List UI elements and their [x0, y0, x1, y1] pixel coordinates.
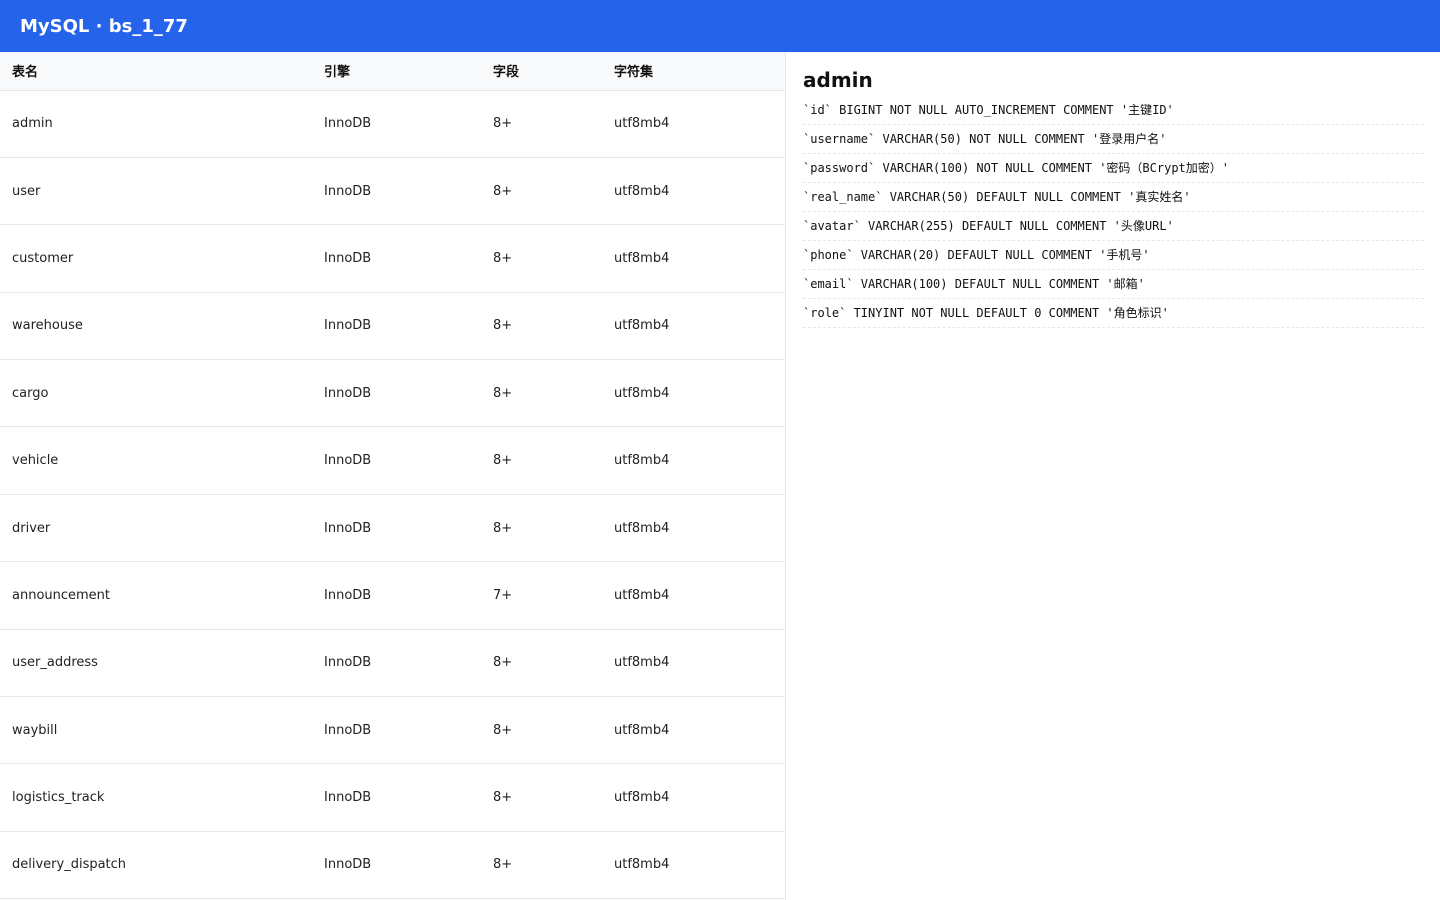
table-row[interactable]: logistics_track InnoDB 8+ utf8mb4	[0, 764, 785, 832]
column-definition: `real_name` VARCHAR(50) DEFAULT NULL COM…	[803, 183, 1424, 212]
cell-charset: utf8mb4	[614, 453, 670, 469]
column-definitions: `id` BIGINT NOT NULL AUTO_INCREMENT COMM…	[803, 96, 1424, 328]
cell-table-name: delivery_dispatch	[12, 857, 127, 873]
cell-fields: 8+	[493, 655, 513, 671]
cell-charset: utf8mb4	[614, 655, 670, 671]
cell-engine: InnoDB	[324, 857, 372, 873]
cell-table-name: user_address	[12, 655, 98, 671]
cell-table-name: driver	[12, 520, 51, 536]
detail-panel: admin `id` BIGINT NOT NULL AUTO_INCREMEN…	[786, 52, 1440, 900]
column-definition: `id` BIGINT NOT NULL AUTO_INCREMENT COMM…	[803, 96, 1424, 125]
cell-engine: InnoDB	[324, 318, 372, 334]
cell-table-name: cargo	[12, 385, 49, 401]
table-row[interactable]: cargo InnoDB 8+ utf8mb4	[0, 360, 785, 427]
column-header-engine: 引擎	[324, 65, 351, 81]
cell-fields: 8+	[493, 790, 513, 806]
column-definition: `username` VARCHAR(50) NOT NULL COMMENT …	[803, 125, 1424, 154]
cell-table-name: waybill	[12, 722, 58, 738]
cell-fields: 8+	[493, 520, 513, 536]
cell-engine: InnoDB	[324, 722, 372, 738]
cell-table-name: admin	[12, 116, 53, 132]
cell-engine: InnoDB	[324, 250, 372, 266]
cell-table-name: logistics_track	[12, 790, 105, 806]
cell-engine: InnoDB	[324, 385, 372, 401]
table-row[interactable]: customer InnoDB 8+ utf8mb4	[0, 225, 785, 293]
table-row[interactable]: waybill InnoDB 8+ utf8mb4	[0, 697, 785, 764]
table-row[interactable]: driver InnoDB 8+ utf8mb4	[0, 494, 785, 562]
column-definition: `email` VARCHAR(100) DEFAULT NULL COMMEN…	[803, 270, 1424, 299]
column-header-name: 表名	[12, 65, 39, 81]
cell-engine: InnoDB	[324, 587, 372, 603]
table-row[interactable]: vehicle InnoDB 8+ utf8mb4	[0, 427, 785, 495]
tables-table: 表名 引擎 字段 字符集 admin InnoDB 8+ utf8mb4 user Inn…	[0, 52, 785, 899]
table-row[interactable]: user_address InnoDB 8+ utf8mb4	[0, 629, 785, 697]
cell-table-name: warehouse	[12, 318, 83, 334]
cell-table-name: vehicle	[12, 453, 59, 469]
cell-charset: utf8mb4	[614, 183, 670, 199]
column-header-fields: 字段	[493, 65, 520, 81]
table-row[interactable]: announcement InnoDB 7+ utf8mb4	[0, 562, 785, 630]
app-title: MySQL · bs_1_77	[20, 15, 188, 37]
cell-fields: 8+	[493, 318, 513, 334]
cell-charset: utf8mb4	[614, 587, 670, 603]
table-row[interactable]: admin InnoDB 8+ utf8mb4	[0, 90, 785, 158]
column-header-charset: 字符集	[614, 65, 654, 81]
cell-engine: InnoDB	[324, 453, 372, 469]
cell-engine: InnoDB	[324, 520, 372, 536]
main-area: 表名 引擎 字段 字符集 admin InnoDB 8+ utf8mb4 user Inn…	[0, 52, 1440, 900]
cell-engine: InnoDB	[324, 790, 372, 806]
column-definition: `avatar` VARCHAR(255) DEFAULT NULL COMME…	[803, 212, 1424, 241]
cell-table-name: customer	[12, 250, 74, 266]
cell-table-name: user	[12, 183, 41, 199]
column-definition: `role` TINYINT NOT NULL DEFAULT 0 COMMEN…	[803, 299, 1424, 328]
column-definition: `password` VARCHAR(100) NOT NULL COMMENT…	[803, 154, 1424, 183]
cell-fields: 8+	[493, 183, 513, 199]
cell-charset: utf8mb4	[614, 250, 670, 266]
cell-charset: utf8mb4	[614, 520, 670, 536]
cell-charset: utf8mb4	[614, 116, 670, 132]
cell-charset: utf8mb4	[614, 385, 670, 401]
cell-fields: 8+	[493, 250, 513, 266]
cell-fields: 8+	[493, 116, 513, 132]
column-definition: `phone` VARCHAR(20) DEFAULT NULL COMMENT…	[803, 241, 1424, 270]
cell-engine: InnoDB	[324, 183, 372, 199]
table-row[interactable]: warehouse InnoDB 8+ utf8mb4	[0, 292, 785, 360]
table-row[interactable]: delivery_dispatch InnoDB 8+ utf8mb4	[0, 831, 785, 899]
cell-charset: utf8mb4	[614, 722, 670, 738]
cell-fields: 8+	[493, 385, 513, 401]
cell-fields: 7+	[493, 587, 513, 603]
cell-table-name: announcement	[12, 587, 111, 603]
cell-engine: InnoDB	[324, 116, 372, 132]
table-row[interactable]: user InnoDB 8+ utf8mb4	[0, 157, 785, 225]
detail-title: admin	[803, 68, 873, 92]
table-list-panel: 表名 引擎 字段 字符集 admin InnoDB 8+ utf8mb4 user Inn…	[0, 52, 786, 900]
cell-charset: utf8mb4	[614, 790, 670, 806]
cell-engine: InnoDB	[324, 655, 372, 671]
cell-fields: 8+	[493, 722, 513, 738]
top-bar: MySQL · bs_1_77	[0, 0, 1440, 52]
cell-fields: 8+	[493, 857, 513, 873]
cell-charset: utf8mb4	[614, 857, 670, 873]
cell-fields: 8+	[493, 453, 513, 469]
cell-charset: utf8mb4	[614, 318, 670, 334]
table-header-row: 表名 引擎 字段 字符集	[0, 52, 785, 90]
